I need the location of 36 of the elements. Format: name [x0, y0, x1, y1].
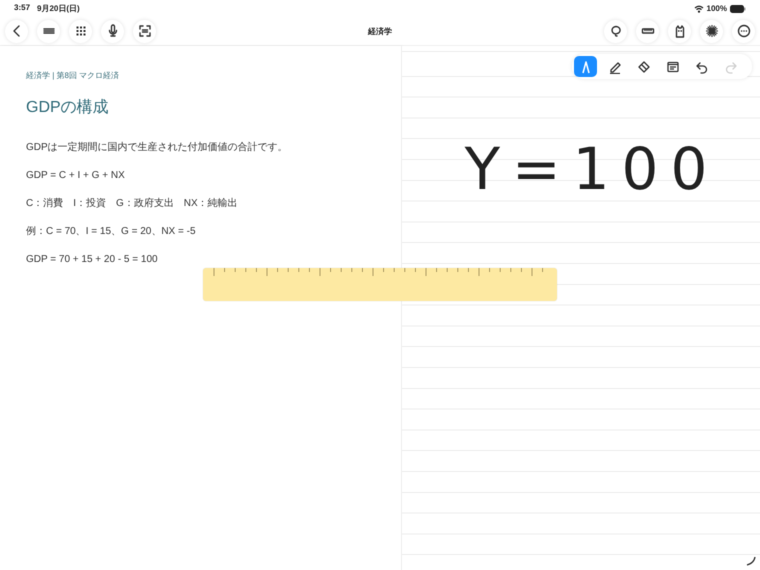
lasso-button[interactable] — [604, 20, 627, 42]
sun-icon — [704, 24, 718, 38]
note-text: GDP = C + I + G + NX — [26, 169, 126, 183]
page-heading: GDPの構成 — [26, 98, 110, 118]
breadcrumb: 経済学 | 第8回 マクロ経済 — [26, 70, 120, 81]
more-icon — [736, 24, 750, 38]
menu-button[interactable] — [37, 20, 60, 42]
pen-tool[interactable] — [574, 56, 597, 77]
undo-icon — [694, 60, 708, 74]
back-button[interactable] — [5, 20, 28, 42]
grid-icon — [74, 24, 88, 38]
microphone-button[interactable] — [101, 20, 124, 42]
text-format-icon — [666, 60, 680, 74]
scan-icon — [138, 24, 152, 38]
note-text: GDPは一定期間に国内で生産された付加価値の合計です。 — [26, 140, 289, 155]
note-text: 例：C = 70、I = 15、G = 20、NX = -5 — [26, 225, 197, 239]
resize-handle-icon[interactable] — [746, 556, 756, 566]
wifi-icon — [694, 4, 704, 12]
redo-icon — [724, 60, 738, 74]
effects-button[interactable] — [700, 20, 723, 42]
ruler-button[interactable] — [636, 20, 659, 42]
grid-button[interactable] — [69, 20, 92, 42]
eraser-icon — [636, 60, 650, 74]
note-text: C：消費 I：投資 G：政府支出 NX：純輸出 — [26, 196, 239, 211]
pencil-icon — [608, 60, 622, 74]
sticker-button[interactable] — [668, 20, 691, 42]
battery-icon — [730, 4, 746, 12]
note-text: GDP = 70 + 15 + 20 - 5 = 100 — [26, 253, 159, 267]
document-title: 経済学 — [368, 26, 392, 36]
battery-percent: 100% — [706, 4, 727, 13]
status-time: 3:57 — [14, 3, 30, 14]
status-date: 9月20日(日) — [37, 3, 80, 14]
lasso-icon — [608, 24, 622, 38]
more-button[interactable] — [732, 20, 755, 42]
scan-button[interactable] — [133, 20, 156, 42]
handwritten-equation: Y=100 — [464, 139, 720, 199]
